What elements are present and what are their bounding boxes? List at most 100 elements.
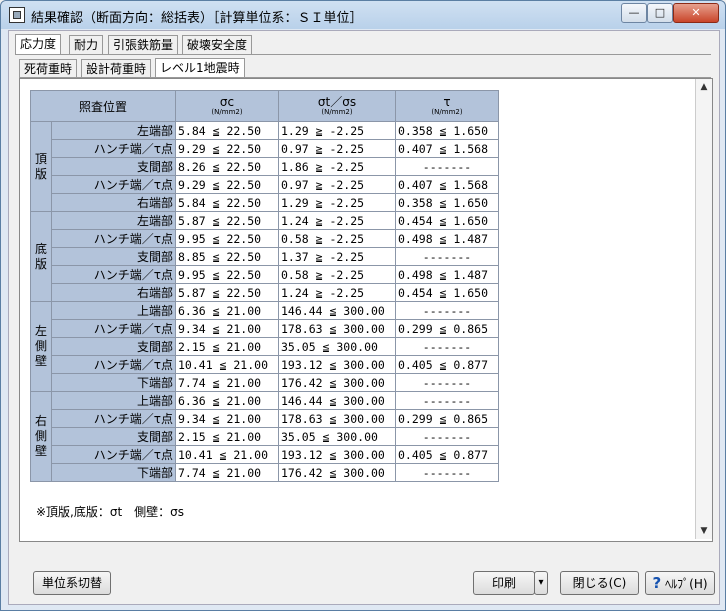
table-row: ハンチ端／τ点 9.29 ≦ 22.50 0.97 ≧ -2.25 0.407 ≦ 1… [31,139,499,158]
location-cell: 下端部 [51,373,176,392]
scroll-down-arrow[interactable]: ▼ [696,523,712,539]
table-row: 下端部 7.74 ≦ 21.00 176.42 ≦ 300.00 ------- [31,463,499,482]
sigma-c-cell: 7.74 ≦ 21.00 [175,463,279,482]
location-cell: ハンチ端／τ点 [51,229,176,248]
sigma-c-cell: 9.34 ≦ 21.00 [175,319,279,338]
tab-safety[interactable]: 破壊安全度 [182,35,253,54]
print-dropdown-button[interactable]: ▾ [534,571,548,595]
tab-level1-seismic[interactable]: レベル1地震時 [155,58,245,79]
tab-dead-load[interactable]: 死荷重時 [19,59,78,78]
close-window-button[interactable]: ✕ [673,3,719,23]
group-label: 底版 [30,211,52,302]
sigma-c-cell: 6.36 ≦ 21.00 [175,391,279,410]
tab-stress[interactable]: 応力度 [15,34,62,55]
location-cell: 上端部 [51,391,176,410]
sigma-c-cell: 5.87 ≦ 22.50 [175,283,279,302]
location-cell: ハンチ端／τ点 [51,175,176,194]
tab-design-load[interactable]: 設計荷重時 [81,59,152,78]
sigma-ts-cell: 193.12 ≦ 300.00 [278,445,396,464]
unit-label: (N/mm2) [211,108,243,116]
scroll-up-arrow[interactable]: ▲ [696,79,712,95]
table-row: ハンチ端／τ点 10.41 ≦ 21.00 193.12 ≦ 300.00 0.405… [31,445,499,464]
tau-cell: 0.299 ≦ 0.865 [395,409,499,428]
help-label: ﾍﾙﾌﾟ(H) [665,577,708,591]
tau-cell: ------- [395,301,499,320]
tau-cell: 0.358 ≦ 1.650 [395,193,499,212]
title-bar[interactable]: 結果確認（断面方向：総括表）［計算単位系：ＳＩ単位］ — □ ✕ [1,1,725,29]
sigma-ts-cell: 178.63 ≦ 300.00 [278,319,396,338]
sigma-c-cell: 2.15 ≦ 21.00 [175,337,279,356]
sigma-ts-cell: 35.05 ≦ 300.00 [278,427,396,446]
sigma-c-cell: 8.26 ≦ 22.50 [175,157,279,176]
tab-rebar[interactable]: 引張鉄筋量 [108,35,179,54]
tau-cell: ------- [395,373,499,392]
location-cell: ハンチ端／τ点 [51,319,176,338]
table-row: ハンチ端／τ点 9.29 ≦ 22.50 0.97 ≧ -2.25 0.407 ≦ 1… [31,175,499,194]
unit-label: (N/mm2) [321,108,353,116]
location-cell: 支間部 [51,427,176,446]
results-panel: 照査位置 σc (N/mm2) σt／σs (N/mm2) τ (N/mm2) 頂版左… [19,78,713,542]
tau-cell: 0.454 ≦ 1.650 [395,211,499,230]
location-cell: ハンチ端／τ点 [51,445,176,464]
group-label: 右側壁 [30,391,52,482]
tau-cell: 0.405 ≦ 0.877 [395,445,499,464]
tau-cell: ------- [395,337,499,356]
location-cell: ハンチ端／τ点 [51,139,176,158]
footnote: ※頂版,底版：σt 側壁：σs [36,505,185,519]
table-row: 支間部 2.15 ≦ 21.00 35.05 ≦ 300.00 ------- [31,337,499,356]
sigma-ts-cell: 146.44 ≦ 300.00 [278,301,396,320]
sigma-c-cell: 6.36 ≦ 21.00 [175,301,279,320]
sigma-c-cell: 5.84 ≦ 22.50 [175,121,279,140]
sigma-c-cell: 5.84 ≦ 22.50 [175,193,279,212]
location-cell: ハンチ端／τ点 [51,355,176,374]
window-title: 結果確認（断面方向：総括表）［計算単位系：ＳＩ単位］ [31,11,363,26]
tau-cell: 0.358 ≦ 1.650 [395,121,499,140]
sigma-c-cell: 9.95 ≦ 22.50 [175,265,279,284]
vertical-scrollbar[interactable]: ▲ ▼ [695,79,712,539]
location-cell: 右端部 [51,193,176,212]
sigma-ts-cell: 0.58 ≧ -2.25 [278,229,396,248]
position-header: 照査位置 [30,90,176,122]
location-cell: 支間部 [51,157,176,176]
location-cell: 左端部 [51,121,176,140]
minimize-button[interactable]: — [621,3,647,23]
tau-cell: ------- [395,247,499,266]
unit-label: (N/mm2) [431,108,463,116]
table-row: 下端部 7.74 ≦ 21.00 176.42 ≦ 300.00 ------- [31,373,499,392]
table-row: 支間部 8.85 ≦ 22.50 1.37 ≧ -2.25 ------- [31,247,499,266]
print-button[interactable]: 印刷 [473,571,535,595]
tab-strength[interactable]: 耐力 [69,35,104,54]
sigma-ts-cell: 1.29 ≧ -2.25 [278,193,396,212]
tau-cell: ------- [395,463,499,482]
sigma-c-cell: 10.41 ≦ 21.00 [175,355,279,374]
tau-header: τ (N/mm2) [395,90,499,122]
location-cell: ハンチ端／τ点 [51,265,176,284]
unit-switch-button[interactable]: 単位系切替 [33,571,111,595]
table-header-row: 照査位置 σc (N/mm2) σt／σs (N/mm2) τ (N/mm2) [30,90,499,122]
tab-divider [15,54,711,55]
table-row: ハンチ端／τ点 9.95 ≦ 22.50 0.58 ≧ -2.25 0.498 ≦ 1… [31,229,499,248]
sigma-ts-cell: 146.44 ≦ 300.00 [278,391,396,410]
result-dialog: 結果確認（断面方向：総括表）［計算単位系：ＳＩ単位］ — □ ✕ 応力度 耐力 … [0,0,726,611]
sigma-c-cell: 7.74 ≦ 21.00 [175,373,279,392]
sigma-ts-cell: 0.97 ≧ -2.25 [278,139,396,158]
table-row: 右端部 5.87 ≦ 22.50 1.24 ≧ -2.25 0.454 ≦ 1.650 [31,283,499,302]
maximize-button[interactable]: □ [647,3,673,23]
close-button[interactable]: 閉じる(C) [560,571,639,595]
dialog-body: 応力度 耐力 引張鉄筋量 破壊安全度 死荷重時 設計荷重時 レベル1地震時 照査… [8,30,720,605]
tau-cell: 0.299 ≦ 0.865 [395,319,499,338]
sigma-ts-header: σt／σs (N/mm2) [278,90,396,122]
table-row: 左側壁 上端部 6.36 ≦ 21.00 146.44 ≦ 300.00 ------- [30,301,499,392]
sigma-ts-cell: 178.63 ≦ 300.00 [278,409,396,428]
help-button[interactable]: ? ﾍﾙﾌﾟ(H) [645,571,715,595]
table-row: ハンチ端／τ点 9.34 ≦ 21.00 178.63 ≦ 300.00 0.299 … [31,409,499,428]
sigma-c-cell: 9.29 ≦ 22.50 [175,139,279,158]
tau-cell: 0.454 ≦ 1.650 [395,283,499,302]
tau-cell: ------- [395,427,499,446]
table-row: 右側壁 上端部 6.36 ≦ 21.00 146.44 ≦ 300.00 ------- [30,391,499,482]
location-cell: 左端部 [51,211,176,230]
sigma-c-header: σc (N/mm2) [175,90,279,122]
table-row: ハンチ端／τ点 9.34 ≦ 21.00 178.63 ≦ 300.00 0.299 … [31,319,499,338]
sigma-ts-cell: 1.86 ≧ -2.25 [278,157,396,176]
group-label: 頂版 [30,121,52,212]
